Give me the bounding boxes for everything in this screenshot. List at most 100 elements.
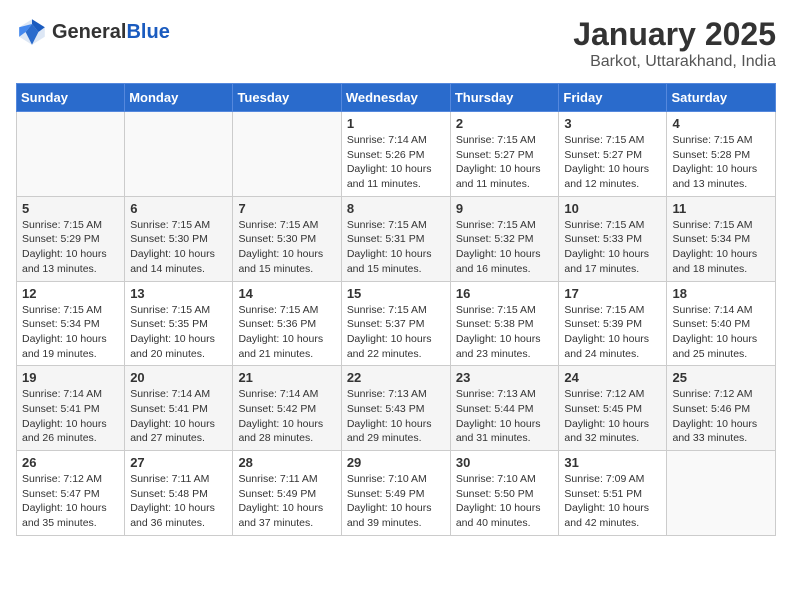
day-info: Sunrise: 7:15 AM Sunset: 5:27 PM Dayligh… <box>564 133 661 192</box>
calendar-day-cell: 4 Sunrise: 7:15 AM Sunset: 5:28 PM Daylig… <box>667 112 776 197</box>
calendar-day-cell: 21 Sunrise: 7:14 AM Sunset: 5:42 PM Dayli… <box>233 366 341 451</box>
day-info: Sunrise: 7:11 AM Sunset: 5:49 PM Dayligh… <box>238 472 335 531</box>
day-info: Sunrise: 7:15 AM Sunset: 5:37 PM Dayligh… <box>347 303 445 362</box>
day-number: 5 <box>22 201 119 216</box>
calendar-day-cell: 7 Sunrise: 7:15 AM Sunset: 5:30 PM Daylig… <box>233 196 341 281</box>
calendar-day-cell: 2Sunrise: 7:15 AM Sunset: 5:27 PM Daylig… <box>450 112 559 197</box>
calendar-day-cell: 5 Sunrise: 7:15 AM Sunset: 5:29 PM Daylig… <box>17 196 125 281</box>
calendar-day-cell: 9Sunrise: 7:15 AM Sunset: 5:32 PM Daylig… <box>450 196 559 281</box>
calendar-day-cell: 8 Sunrise: 7:15 AM Sunset: 5:31 PM Daylig… <box>341 196 450 281</box>
day-number: 28 <box>238 455 335 470</box>
day-info: Sunrise: 7:14 AM Sunset: 5:41 PM Dayligh… <box>22 387 119 446</box>
day-number: 27 <box>130 455 227 470</box>
day-info: Sunrise: 7:15 AM Sunset: 5:28 PM Dayligh… <box>672 133 770 192</box>
logo-icon <box>16 16 48 48</box>
calendar-day-cell <box>233 112 341 197</box>
day-number: 22 <box>347 370 445 385</box>
month-title: January 2025 <box>573 16 776 53</box>
calendar-day-cell: 6Sunrise: 7:15 AM Sunset: 5:30 PM Daylig… <box>125 196 233 281</box>
weekday-header: Wednesday <box>341 84 450 112</box>
day-info: Sunrise: 7:15 AM Sunset: 5:36 PM Dayligh… <box>238 303 335 362</box>
day-number: 18 <box>672 286 770 301</box>
day-number: 21 <box>238 370 335 385</box>
day-number: 8 <box>347 201 445 216</box>
calendar-day-cell: 16 Sunrise: 7:15 AM Sunset: 5:38 PM Dayli… <box>450 281 559 366</box>
calendar-week-row: 1 Sunrise: 7:14 AM Sunset: 5:26 PM Daylig… <box>17 112 776 197</box>
calendar-day-cell: 25Sunrise: 7:12 AM Sunset: 5:46 PM Dayli… <box>667 366 776 451</box>
title-block: January 2025 Barkot, Uttarakhand, India <box>573 16 776 71</box>
day-info: Sunrise: 7:12 AM Sunset: 5:47 PM Dayligh… <box>22 472 119 531</box>
calendar-body: 1 Sunrise: 7:14 AM Sunset: 5:26 PM Daylig… <box>17 112 776 536</box>
day-info: Sunrise: 7:15 AM Sunset: 5:38 PM Dayligh… <box>456 303 554 362</box>
day-number: 2 <box>456 116 554 131</box>
day-number: 30 <box>456 455 554 470</box>
day-info: Sunrise: 7:15 AM Sunset: 5:39 PM Dayligh… <box>564 303 661 362</box>
calendar-day-cell: 15 Sunrise: 7:15 AM Sunset: 5:37 PM Dayli… <box>341 281 450 366</box>
day-info: Sunrise: 7:13 AM Sunset: 5:43 PM Dayligh… <box>347 387 445 446</box>
day-info: Sunrise: 7:12 AM Sunset: 5:45 PM Dayligh… <box>564 387 661 446</box>
day-info: Sunrise: 7:15 AM Sunset: 5:30 PM Dayligh… <box>130 218 227 277</box>
day-info: Sunrise: 7:10 AM Sunset: 5:50 PM Dayligh… <box>456 472 554 531</box>
weekday-header: Monday <box>125 84 233 112</box>
day-number: 10 <box>564 201 661 216</box>
calendar-day-cell: 27 Sunrise: 7:11 AM Sunset: 5:48 PM Dayli… <box>125 451 233 536</box>
day-number: 16 <box>456 286 554 301</box>
day-info: Sunrise: 7:15 AM Sunset: 5:30 PM Dayligh… <box>238 218 335 277</box>
calendar-day-cell: 14 Sunrise: 7:15 AM Sunset: 5:36 PM Dayli… <box>233 281 341 366</box>
day-number: 7 <box>238 201 335 216</box>
day-number: 31 <box>564 455 661 470</box>
calendar-day-cell: 10 Sunrise: 7:15 AM Sunset: 5:33 PM Dayli… <box>559 196 667 281</box>
day-info: Sunrise: 7:11 AM Sunset: 5:48 PM Dayligh… <box>130 472 227 531</box>
calendar-day-cell: 31 Sunrise: 7:09 AM Sunset: 5:51 PM Dayli… <box>559 451 667 536</box>
logo-general: General <box>52 21 126 44</box>
day-number: 14 <box>238 286 335 301</box>
day-info: Sunrise: 7:15 AM Sunset: 5:34 PM Dayligh… <box>672 218 770 277</box>
calendar-day-cell: 26Sunrise: 7:12 AM Sunset: 5:47 PM Dayli… <box>17 451 125 536</box>
day-number: 20 <box>130 370 227 385</box>
calendar-day-cell: 11 Sunrise: 7:15 AM Sunset: 5:34 PM Dayli… <box>667 196 776 281</box>
day-info: Sunrise: 7:14 AM Sunset: 5:26 PM Dayligh… <box>347 133 445 192</box>
day-info: Sunrise: 7:15 AM Sunset: 5:29 PM Dayligh… <box>22 218 119 277</box>
calendar-day-cell: 29Sunrise: 7:10 AM Sunset: 5:49 PM Dayli… <box>341 451 450 536</box>
calendar-day-cell <box>17 112 125 197</box>
calendar-day-cell: 24 Sunrise: 7:12 AM Sunset: 5:45 PM Dayli… <box>559 366 667 451</box>
day-info: Sunrise: 7:09 AM Sunset: 5:51 PM Dayligh… <box>564 472 661 531</box>
day-info: Sunrise: 7:15 AM Sunset: 5:34 PM Dayligh… <box>22 303 119 362</box>
day-number: 15 <box>347 286 445 301</box>
logo: GeneralBlue <box>16 16 170 48</box>
calendar-week-row: 12 Sunrise: 7:15 AM Sunset: 5:34 PM Dayli… <box>17 281 776 366</box>
day-number: 24 <box>564 370 661 385</box>
day-number: 23 <box>456 370 554 385</box>
day-number: 4 <box>672 116 770 131</box>
day-info: Sunrise: 7:14 AM Sunset: 5:41 PM Dayligh… <box>130 387 227 446</box>
calendar-day-cell: 12 Sunrise: 7:15 AM Sunset: 5:34 PM Dayli… <box>17 281 125 366</box>
calendar-table: SundayMondayTuesdayWednesdayThursdayFrid… <box>16 83 776 536</box>
day-info: Sunrise: 7:14 AM Sunset: 5:40 PM Dayligh… <box>672 303 770 362</box>
day-number: 1 <box>347 116 445 131</box>
day-info: Sunrise: 7:13 AM Sunset: 5:44 PM Dayligh… <box>456 387 554 446</box>
calendar-day-cell: 23 Sunrise: 7:13 AM Sunset: 5:44 PM Dayli… <box>450 366 559 451</box>
calendar-day-cell: 30 Sunrise: 7:10 AM Sunset: 5:50 PM Dayli… <box>450 451 559 536</box>
calendar-day-cell: 28 Sunrise: 7:11 AM Sunset: 5:49 PM Dayli… <box>233 451 341 536</box>
logo-blue: Blue <box>126 21 169 44</box>
day-number: 29 <box>347 455 445 470</box>
day-number: 3 <box>564 116 661 131</box>
weekday-header: Friday <box>559 84 667 112</box>
day-info: Sunrise: 7:15 AM Sunset: 5:35 PM Dayligh… <box>130 303 227 362</box>
day-info: Sunrise: 7:15 AM Sunset: 5:31 PM Dayligh… <box>347 218 445 277</box>
calendar-week-row: 19Sunrise: 7:14 AM Sunset: 5:41 PM Dayli… <box>17 366 776 451</box>
day-number: 11 <box>672 201 770 216</box>
location-title: Barkot, Uttarakhand, India <box>573 53 776 71</box>
calendar-day-cell: 18 Sunrise: 7:14 AM Sunset: 5:40 PM Dayli… <box>667 281 776 366</box>
day-number: 12 <box>22 286 119 301</box>
calendar-day-cell: 22 Sunrise: 7:13 AM Sunset: 5:43 PM Dayli… <box>341 366 450 451</box>
calendar-day-cell: 19Sunrise: 7:14 AM Sunset: 5:41 PM Dayli… <box>17 366 125 451</box>
day-info: Sunrise: 7:14 AM Sunset: 5:42 PM Dayligh… <box>238 387 335 446</box>
calendar-week-row: 5 Sunrise: 7:15 AM Sunset: 5:29 PM Daylig… <box>17 196 776 281</box>
weekday-header: Saturday <box>667 84 776 112</box>
calendar-day-cell: 17Sunrise: 7:15 AM Sunset: 5:39 PM Dayli… <box>559 281 667 366</box>
day-info: Sunrise: 7:15 AM Sunset: 5:33 PM Dayligh… <box>564 218 661 277</box>
calendar-day-cell <box>125 112 233 197</box>
day-info: Sunrise: 7:15 AM Sunset: 5:32 PM Dayligh… <box>456 218 554 277</box>
calendar-day-cell: 13Sunrise: 7:15 AM Sunset: 5:35 PM Dayli… <box>125 281 233 366</box>
